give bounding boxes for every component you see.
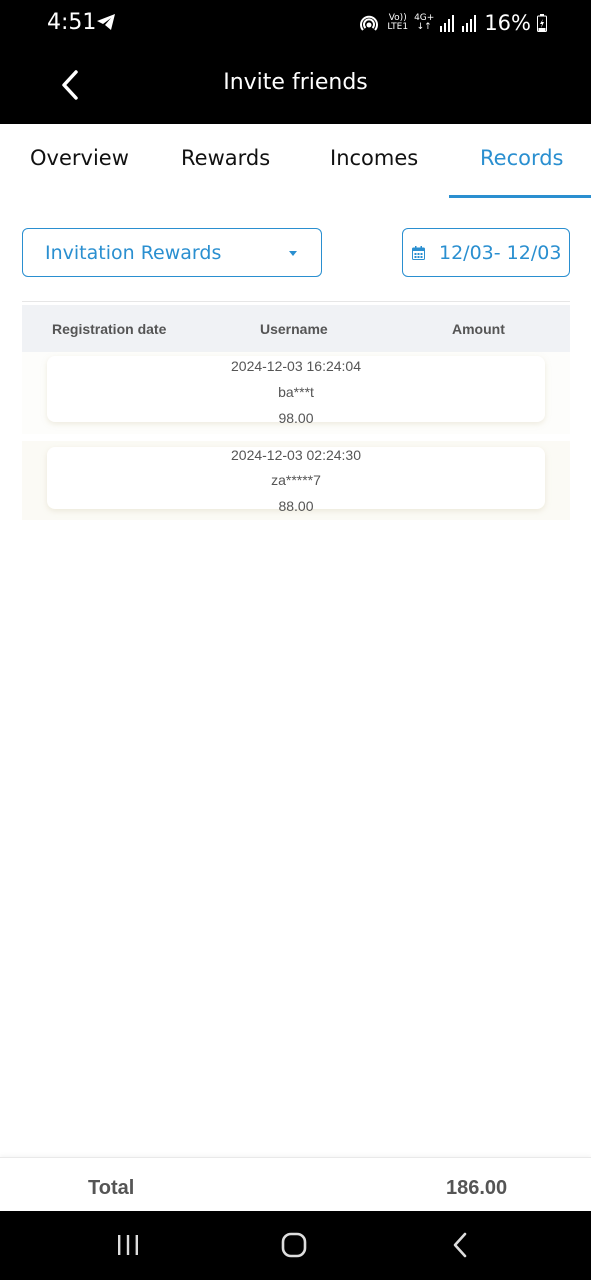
tab-records[interactable]: Records	[480, 146, 564, 170]
total-bar: Total 186.00	[0, 1157, 591, 1211]
row-registration-date: 2024-12-03 16:24:04	[231, 358, 361, 374]
column-header-registration-date: Registration date	[52, 321, 167, 337]
signal-icon	[440, 15, 455, 32]
status-icons: Vo)) LTE1 4G+ ↓↑ 16%	[357, 8, 547, 38]
total-label: Total	[88, 1177, 135, 1199]
app-bar: Invite friends	[0, 46, 591, 124]
column-header-username: Username	[260, 321, 328, 337]
reward-type-select[interactable]: Invitation Rewards	[22, 228, 322, 277]
status-bar: 4:51 Vo)) LTE1 4G+ ↓↑ 16%	[0, 0, 591, 46]
tab-bar: Overview Rewards Incomes Records	[0, 124, 591, 198]
hotspot-icon	[360, 15, 379, 31]
row-amount: 88.00	[278, 498, 314, 514]
home-icon	[281, 1232, 307, 1258]
table-header: Registration date Username Amount	[22, 305, 570, 352]
system-back-button[interactable]	[440, 1229, 480, 1261]
system-nav-bar	[0, 1211, 591, 1280]
status-time: 4:51	[47, 10, 97, 35]
active-tab-indicator	[449, 195, 591, 198]
page-title: Invite friends	[223, 70, 368, 95]
row-username: ba***t	[278, 384, 314, 400]
battery-percent: 16%	[484, 11, 531, 35]
tab-overview[interactable]: Overview	[30, 146, 129, 170]
column-header-amount: Amount	[452, 321, 505, 337]
row-amount: 98.00	[278, 410, 314, 426]
total-value: 186.00	[446, 1177, 508, 1199]
data-arrows-icon: ↓↑	[416, 22, 432, 32]
row-username: za*****7	[271, 472, 321, 488]
caret-down-icon	[289, 251, 297, 256]
recent-apps-button[interactable]	[108, 1229, 148, 1261]
home-button[interactable]	[274, 1229, 314, 1261]
lte-label: LTE1	[387, 22, 409, 32]
row-registration-date: 2024-12-03 02:24:30	[231, 447, 361, 463]
network-type-indicator: 4G+ ↓↑	[414, 14, 434, 32]
signal-icon-2	[462, 15, 477, 32]
divider	[22, 301, 570, 302]
calendar-icon	[412, 246, 425, 260]
reward-type-value: Invitation Rewards	[45, 242, 222, 264]
date-range-picker[interactable]: 12/03- 12/03	[402, 228, 570, 277]
telegram-icon	[97, 14, 115, 30]
date-range-value: 12/03- 12/03	[439, 242, 562, 264]
tab-rewards[interactable]: Rewards	[181, 146, 270, 170]
tab-incomes[interactable]: Incomes	[330, 146, 418, 170]
recent-apps-icon	[118, 1235, 138, 1255]
battery-charging-icon	[537, 14, 547, 32]
back-arrow-icon	[453, 1232, 467, 1258]
volte-indicator: Vo)) LTE1	[387, 14, 408, 32]
screen: 4:51 Vo)) LTE1 4G+ ↓↑ 16% Invite friends…	[0, 0, 591, 1280]
